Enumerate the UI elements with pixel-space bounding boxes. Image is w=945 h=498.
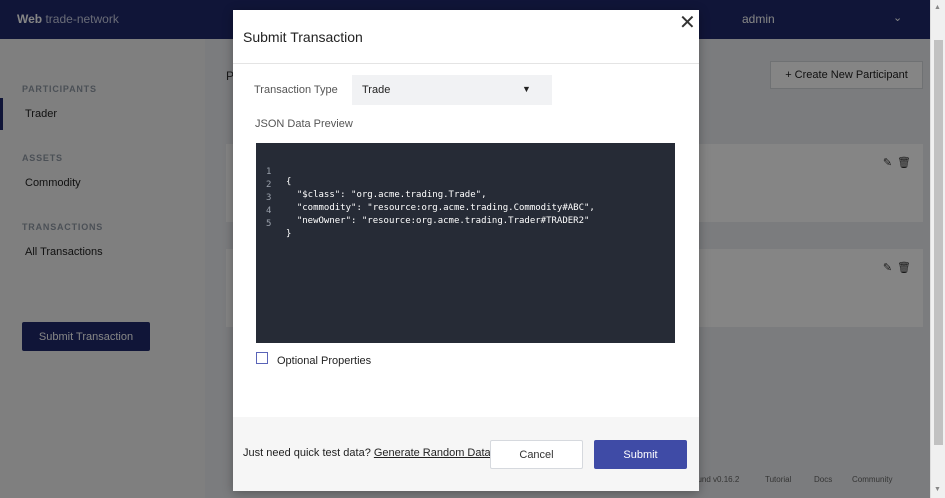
submit-transaction-modal: Submit Transaction ✕ Transaction Type Tr… xyxy=(233,10,699,491)
json-preview-label: JSON Data Preview xyxy=(255,118,353,130)
line-code: "$class": "org.acme.trading.Trade", xyxy=(286,190,487,200)
close-icon[interactable]: ✕ xyxy=(679,13,696,33)
scroll-up-arrow-icon[interactable]: ▲ xyxy=(934,4,941,11)
scroll-down-arrow-icon[interactable]: ▼ xyxy=(934,486,941,493)
quick-test-data-prompt: Just need quick test data? xyxy=(243,447,371,459)
transaction-type-select[interactable]: Trade ▼ xyxy=(352,75,552,105)
line-code: "commodity": "resource:org.acme.trading.… xyxy=(286,203,595,213)
transaction-type-value: Trade xyxy=(362,84,391,96)
code-line: 5 } xyxy=(256,209,291,239)
scrollbar[interactable]: ▲ ▼ xyxy=(930,0,945,498)
quick-test-data-text: Just need quick test data? Generate Rand… xyxy=(243,447,491,459)
modal-title: Submit Transaction xyxy=(243,29,363,45)
code-line: 3 "commodity": "resource:org.acme.tradin… xyxy=(256,183,595,213)
code-line: 4 "newOwner": "resource:org.acme.trading… xyxy=(256,196,589,226)
line-number: 5 xyxy=(266,219,272,229)
optional-properties-label[interactable]: Optional Properties xyxy=(277,355,371,367)
submit-button[interactable]: Submit xyxy=(594,440,687,469)
modal-divider xyxy=(233,63,699,64)
transaction-type-label: Transaction Type xyxy=(254,84,338,96)
line-code: } xyxy=(286,229,292,239)
chevron-down-icon: ▼ xyxy=(522,84,531,94)
cancel-button[interactable]: Cancel xyxy=(490,440,583,469)
modal-footer: Just need quick test data? Generate Rand… xyxy=(233,417,699,491)
generate-random-data-link[interactable]: Generate Random Data xyxy=(374,447,491,459)
code-line: 2 "$class": "org.acme.trading.Trade", xyxy=(256,170,486,200)
json-editor[interactable]: 1 { 2 "$class": "org.acme.trading.Trade"… xyxy=(256,143,675,343)
line-code: "newOwner": "resource:org.acme.trading.T… xyxy=(286,216,590,226)
code-line: 1 { xyxy=(256,157,291,187)
optional-properties-checkbox[interactable] xyxy=(256,352,268,364)
scroll-thumb[interactable] xyxy=(934,40,943,445)
